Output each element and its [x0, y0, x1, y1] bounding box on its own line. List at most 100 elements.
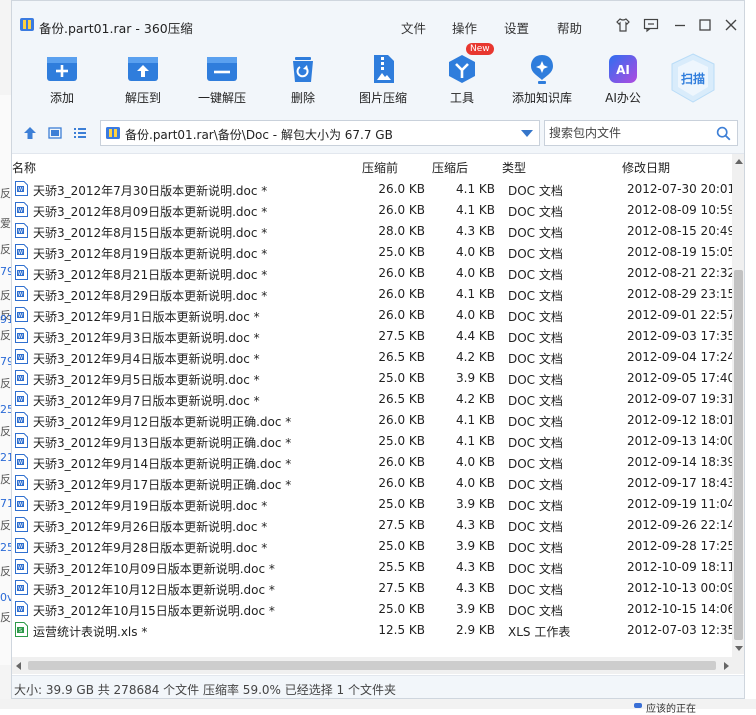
file-type: DOC 文档 — [508, 457, 563, 471]
file-row[interactable]: W 天骄3_2012年9月26日版本更新说明.doc * 27.5 KB 4.3 KB… — [12, 514, 733, 535]
file-row[interactable]: W 天骄3_2012年8月19日版本更新说明.doc * 25.0 KB 4.0 KB… — [12, 241, 733, 262]
doc-file-icon: W — [15, 286, 28, 301]
file-row[interactable]: W 天骄3_2012年8月29日版本更新说明.doc * 26.0 KB 4.1 KB… — [12, 283, 733, 304]
column-packed[interactable]: 压缩前 — [362, 159, 398, 176]
file-row[interactable]: W 天骄3_2012年8月15日版本更新说明.doc * 28.0 KB 4.3 KB… — [12, 220, 733, 241]
add-button[interactable]: 添加 — [27, 49, 97, 109]
menu-operation[interactable]: 操作 — [452, 18, 477, 37]
svg-text:W: W — [18, 292, 23, 298]
column-type[interactable]: 类型 — [502, 159, 526, 176]
svg-text:W: W — [18, 607, 23, 613]
vertical-scrollbar[interactable] — [732, 154, 744, 657]
tools-button[interactable]: New 工具 — [427, 43, 497, 109]
file-row[interactable]: W 天骄3_2012年10月15日版本更新说明.doc * 25.0 KB 3.9 K… — [12, 598, 733, 619]
menu-settings[interactable]: 设置 — [504, 18, 529, 37]
background-glyph: 21 — [0, 452, 11, 464]
menu-help[interactable]: 帮助 — [557, 18, 582, 37]
file-name: 天骄3_2012年9月12日版本更新说明正确.doc * — [33, 415, 292, 429]
file-row[interactable]: W 天骄3_2012年9月5日版本更新说明.doc * 25.0 KB 3.9 KB D… — [12, 367, 733, 388]
background-note: 应该的正在 — [646, 704, 696, 715]
file-row[interactable]: W 天骄3_2012年9月13日版本更新说明正确.doc * 25.0 KB 4.1 … — [12, 430, 733, 451]
image-compress-button[interactable]: 图片压缩 — [348, 49, 418, 109]
horizontal-scrollbar[interactable] — [12, 657, 744, 674]
file-row[interactable]: W 天骄3_2012年9月28日版本更新说明.doc * 25.0 KB 3.9 KB… — [12, 535, 733, 556]
file-row[interactable]: W 天骄3_2012年9月17日版本更新说明正确.doc * 26.0 KB 4.0 … — [12, 472, 733, 493]
column-modified[interactable]: 修改日期 — [622, 159, 670, 176]
horizontal-scroll-thumb[interactable] — [28, 661, 716, 670]
scroll-down-icon[interactable] — [735, 646, 743, 651]
file-row[interactable]: W 天骄3_2012年10月12日版本更新说明.doc * 27.5 KB 4.3 K… — [12, 577, 733, 598]
svg-text:W: W — [18, 397, 23, 403]
file-row[interactable]: S 运营统计表说明.xls * 12.5 KB 2.9 KB XLS 工作表 2012-0… — [12, 619, 733, 640]
file-modified-date: 2012-07-30 20:01 — [627, 182, 733, 196]
file-type: DOC 文档 — [508, 415, 563, 429]
file-row[interactable]: W 天骄3_2012年8月21日版本更新说明.doc * 26.0 KB 4.0 KB… — [12, 262, 733, 283]
file-compressed-size: 4.3 KB — [456, 224, 495, 238]
archive-window: 备份.part01.rar - 360压缩 文件 操作 设置 帮助 添加 解压到… — [11, 0, 745, 699]
vertical-scroll-thumb[interactable] — [734, 270, 743, 640]
add-knowledge-base-button[interactable]: 添加知识库 — [507, 49, 577, 109]
one-click-extract-label: 一键解压 — [197, 91, 246, 105]
file-row[interactable]: W 天骄3_2012年9月12日版本更新说明正确.doc * 26.0 KB 4.1 … — [12, 409, 733, 430]
scan-label: 扫描 — [680, 72, 705, 86]
file-type: DOC 文档 — [508, 604, 563, 618]
doc-file-icon: W — [15, 454, 28, 469]
column-compressed[interactable]: 压缩后 — [432, 159, 468, 176]
extract-to-label: 解压到 — [124, 91, 161, 105]
file-compressed-size: 4.0 KB — [456, 476, 495, 490]
doc-file-icon: W — [15, 307, 28, 322]
file-row[interactable]: W 天骄3_2012年10月09日版本更新说明.doc * 25.5 KB 4.3 K… — [12, 556, 733, 577]
file-row[interactable]: W 天骄3_2012年8月09日版本更新说明.doc * 26.0 KB 4.1 KB… — [12, 199, 733, 220]
svg-text:W: W — [18, 418, 23, 424]
file-row[interactable]: W 天骄3_2012年9月19日版本更新说明.doc * 25.0 KB 3.9 KB… — [12, 493, 733, 514]
scroll-up-icon[interactable] — [735, 159, 743, 164]
skin-shirt-icon[interactable] — [615, 17, 631, 33]
file-row[interactable]: W 天骄3_2012年9月1日版本更新说明.doc * 26.0 KB 4.0 KB D… — [12, 304, 733, 325]
extract-to-button[interactable]: 解压到 — [108, 49, 178, 109]
scroll-left-icon[interactable] — [16, 662, 21, 670]
path-field[interactable]: 备份.part01.rar\备份\Doc - 解包大小为 67.7 GB — [100, 120, 540, 146]
file-row[interactable]: W 天骄3_2012年9月7日版本更新说明.doc * 26.5 KB 4.2 KB D… — [12, 388, 733, 409]
file-name: 天骄3_2012年7月30日版本更新说明.doc * — [33, 184, 268, 198]
file-type: DOC 文档 — [508, 562, 563, 576]
list-view-icon[interactable] — [73, 126, 87, 140]
background-glyph: 79 — [0, 356, 11, 368]
doc-file-icon: W — [15, 370, 28, 385]
maximize-icon[interactable] — [697, 17, 713, 33]
path-dropdown-icon[interactable] — [521, 130, 533, 137]
up-arrow-icon[interactable] — [23, 126, 37, 140]
doc-file-icon: W — [15, 496, 28, 511]
file-type: DOC 文档 — [508, 184, 563, 198]
background-badge-icon — [634, 703, 642, 708]
search-input[interactable] — [549, 124, 709, 142]
file-modified-date: 2012-10-13 00:09 — [627, 581, 733, 595]
file-row[interactable]: W 天骄3_2012年7月30日版本更新说明.doc * 26.0 KB 4.1 KB… — [12, 178, 733, 199]
feedback-icon[interactable] — [643, 17, 659, 33]
file-row[interactable]: W 天骄3_2012年9月4日版本更新说明.doc * 26.5 KB 4.2 KB D… — [12, 346, 733, 367]
ai-office-button[interactable]: AI AI办公 — [588, 49, 658, 109]
file-row[interactable]: W 天骄3_2012年9月3日版本更新说明.doc * 27.5 KB 4.4 KB D… — [12, 325, 733, 346]
svg-text:W: W — [18, 586, 23, 592]
scroll-right-icon[interactable] — [724, 662, 729, 670]
column-name[interactable]: 名称 — [12, 159, 36, 176]
minimize-icon[interactable] — [672, 17, 688, 33]
scan-button[interactable]: 扫描 — [668, 52, 718, 104]
extract-to-icon — [128, 57, 158, 81]
file-modified-date: 2012-09-28 17:25 — [627, 539, 733, 553]
status-bar: 大小: 39.9 GB 共 278684 个文件 压缩率 59.0% 已经选择 … — [12, 675, 744, 698]
close-icon[interactable] — [723, 17, 739, 33]
file-packed-size: 25.0 KB — [378, 245, 425, 259]
file-row[interactable]: W 天骄3_2012年9月14日版本更新说明正确.doc * 26.0 KB 4.0 … — [12, 451, 733, 472]
file-type: DOC 文档 — [508, 352, 563, 366]
file-modified-date: 2012-08-21 22:32 — [627, 266, 733, 280]
search-box[interactable] — [544, 120, 738, 146]
one-click-extract-button[interactable]: 一键解压 — [187, 49, 257, 109]
thumbnail-view-icon[interactable] — [48, 126, 62, 140]
title-bar[interactable]: 备份.part01.rar - 360压缩 文件 操作 设置 帮助 — [12, 1, 744, 49]
file-name: 天骄3_2012年9月19日版本更新说明.doc * — [33, 499, 268, 513]
delete-button[interactable]: 删除 — [268, 49, 338, 109]
menu-file[interactable]: 文件 — [401, 18, 426, 37]
search-icon[interactable] — [716, 126, 731, 141]
svg-text:W: W — [18, 355, 23, 361]
file-compressed-size: 4.1 KB — [456, 413, 495, 427]
